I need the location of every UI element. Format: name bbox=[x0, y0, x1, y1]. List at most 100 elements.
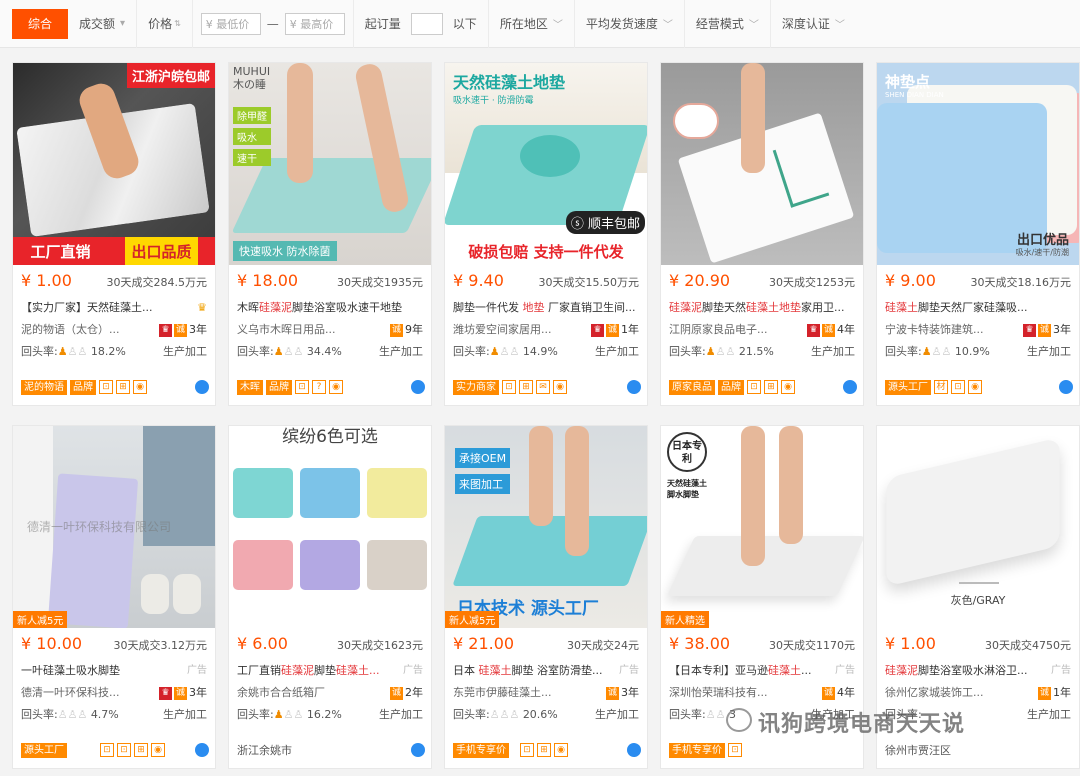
service-icon: ⊡ bbox=[747, 380, 761, 394]
sort-price-button[interactable]: 价格 ⇅ bbox=[137, 0, 193, 48]
banner-text: 工厂直销 bbox=[30, 242, 91, 261]
price-dash: — bbox=[266, 16, 279, 31]
business-mode: 生产加工 bbox=[595, 708, 639, 721]
service-icon: ⊞ bbox=[537, 743, 551, 757]
sort-default-button[interactable]: 综合 bbox=[12, 8, 69, 39]
mode-dropdown[interactable]: 经营模式 ﹀ bbox=[685, 0, 771, 48]
slipper-shape bbox=[673, 103, 719, 139]
service-icon: ⊡ bbox=[502, 380, 516, 394]
product-card[interactable]: 神垫点 SHEN DIAN DIAN 出口优品 吸水/速干/防潮 ¥ 9.00 3… bbox=[876, 62, 1080, 406]
leg-shape bbox=[741, 63, 765, 173]
product-title[interactable]: 脚垫一件代发 地垫 厂家直销卫生间... bbox=[453, 297, 639, 319]
product-card[interactable]: 承接OEM 来图加工 日本技术 源头工厂 新人减5元 ¥ 21.00 30天成交2… bbox=[444, 425, 648, 769]
delivery-dropdown[interactable]: 平均发货速度 ﹀ bbox=[575, 0, 685, 48]
sales-volume: 30天成交284.5万元 bbox=[106, 276, 208, 289]
mode-label: 经营模式 bbox=[695, 17, 744, 31]
product-card[interactable]: 缤纷6色可选 ¥ 6.00 30天成交1623元 工厂直销硅藻泥脚垫硅藻土... 广… bbox=[228, 425, 432, 769]
product-image[interactable]: MUHUI 木の睡 除甲醛 吸水 速干 快速吸水 防水除菌 bbox=[229, 63, 431, 265]
sort-sales-button[interactable]: 成交额 ▾ bbox=[68, 0, 138, 48]
product-image[interactable]: 灰色/GRAY bbox=[877, 426, 1079, 628]
chat-icon[interactable] bbox=[627, 743, 641, 757]
seller-name[interactable]: 潍坊爱空间家居用... bbox=[453, 319, 552, 341]
repeat-label: 回头率: bbox=[453, 708, 490, 721]
person-icon: ♟ bbox=[273, 345, 284, 358]
product-title[interactable]: 【日本专利】亚马逊硅藻土... 广告 bbox=[669, 660, 855, 682]
merchant-tag: 实力商家 bbox=[453, 379, 499, 395]
image-caption: 灰色/GRAY bbox=[950, 594, 1006, 607]
feature-label: 来图加工 bbox=[455, 474, 511, 494]
color-swatch bbox=[233, 540, 293, 590]
title-text: 【日本专利】亚马逊 bbox=[669, 664, 768, 677]
image-banner: 快速吸水 防水除菌 bbox=[233, 241, 337, 261]
seller-name[interactable]: 余姚市合合纸箱厂 bbox=[237, 682, 325, 704]
seller-name[interactable]: 东莞市伊藤硅藻土... bbox=[453, 682, 552, 704]
chat-icon[interactable] bbox=[411, 743, 425, 757]
leg-shape bbox=[741, 426, 765, 566]
product-card[interactable]: 江浙沪皖包邮 工厂直销 出口品质 ¥ 1.00 30天成交284.5万元 【实力厂… bbox=[12, 62, 216, 406]
product-image[interactable]: 江浙沪皖包邮 工厂直销 出口品质 bbox=[13, 63, 215, 265]
seller-name[interactable]: 泥的物语（太仓）... bbox=[21, 319, 120, 341]
location-dropdown[interactable]: 所在地区 ﹀ bbox=[489, 0, 575, 48]
business-mode: 生产加工 bbox=[379, 708, 423, 721]
seller-name[interactable]: 义乌市木晖日用品... bbox=[237, 319, 336, 341]
divider bbox=[959, 582, 999, 584]
product-title[interactable]: 木晖硅藻泥脚垫浴室吸水速干地垫 bbox=[237, 297, 423, 319]
price: ¥ 10.00 bbox=[21, 634, 83, 653]
sales-volume: 30天成交1935元 bbox=[337, 276, 423, 289]
repeat-label: 回头率: bbox=[669, 345, 706, 358]
seller-name[interactable]: 德清一叶环保科技... bbox=[21, 682, 120, 704]
product-title[interactable]: 硅藻泥脚垫天然硅藻土地垫家用卫... bbox=[669, 297, 855, 319]
chat-icon[interactable] bbox=[627, 380, 641, 394]
cert-dropdown[interactable]: 深度认证 ﹀ bbox=[771, 0, 856, 48]
person-outline-icon: ♙♙ bbox=[705, 708, 726, 721]
seller-name[interactable]: 深圳怡荣瑞科技有... bbox=[669, 682, 768, 704]
seller-name[interactable]: 徐州亿家城装饰工... bbox=[885, 682, 984, 704]
product-title[interactable]: 【实力厂家】天然硅藻土... ♛ bbox=[21, 297, 207, 319]
chat-icon[interactable] bbox=[195, 743, 209, 757]
leg-shape bbox=[565, 426, 589, 556]
repeat-label: 回头率: bbox=[21, 345, 58, 358]
business-mode: 生产加工 bbox=[379, 345, 423, 358]
person-outline-icon: ♙♙ bbox=[283, 345, 304, 358]
member-years: 1年 bbox=[621, 323, 639, 336]
location-label: 所在地区 bbox=[499, 17, 548, 31]
product-title[interactable]: 硅藻泥脚垫浴室吸水淋浴卫... 广告 bbox=[885, 660, 1071, 682]
product-image[interactable]: 日本专利 天然硅藻土 脚水脚垫 新人精选 bbox=[661, 426, 863, 628]
sales-volume: 30天成交4750元 bbox=[985, 639, 1071, 652]
seller-name[interactable]: 江阴原家良品电子... bbox=[669, 319, 768, 341]
product-image[interactable]: 缤纷6色可选 bbox=[229, 426, 431, 628]
member-years: 3年 bbox=[621, 686, 639, 699]
chat-icon[interactable] bbox=[195, 380, 209, 394]
seller-name[interactable]: 宁波卡特装饰建筑... bbox=[885, 319, 984, 341]
sales-volume: 30天成交1170元 bbox=[769, 639, 855, 652]
price-range: ¥ 最低价 — ¥ 最高价 bbox=[193, 0, 354, 48]
product-image[interactable]: 德清一叶环保科技有限公司 新人减5元 bbox=[13, 426, 215, 628]
sales-volume: 30天成交1253元 bbox=[769, 276, 855, 289]
product-card[interactable]: 天然硅藻土地垫 吸水速干 · 防滑防霉 ⓢ 顺丰包邮 破损包赔 支持一件代发 ¥… bbox=[444, 62, 648, 406]
price-max-input[interactable]: ¥ 最高价 bbox=[284, 12, 345, 35]
product-title[interactable]: 工厂直销硅藻泥脚垫硅藻土... 广告 bbox=[237, 660, 423, 682]
chat-icon[interactable] bbox=[843, 380, 857, 394]
product-image[interactable]: 神垫点 SHEN DIAN DIAN 出口优品 吸水/速干/防潮 bbox=[877, 63, 1079, 265]
chat-icon[interactable] bbox=[1059, 380, 1073, 394]
product-title[interactable]: 硅藻土脚垫天然厂家硅藻吸... bbox=[885, 297, 1071, 319]
title-highlight: 硅藻土 bbox=[768, 664, 801, 677]
title-highlight: 硅藻泥 bbox=[259, 301, 292, 314]
product-title[interactable]: 日本 硅藻土脚垫 浴室防滑垫... 广告 bbox=[453, 660, 639, 682]
product-card[interactable]: 德清一叶环保科技有限公司 新人减5元 ¥ 10.00 30天成交3.12万元 一叶… bbox=[12, 425, 216, 769]
person-icon: ♟ bbox=[57, 345, 68, 358]
price-min-input[interactable]: ¥ 最低价 bbox=[200, 12, 261, 35]
business-mode: 生产加工 bbox=[811, 345, 855, 358]
chat-icon[interactable] bbox=[411, 380, 425, 394]
product-image[interactable] bbox=[661, 63, 863, 265]
product-image[interactable]: 天然硅藻土地垫 吸水速干 · 防滑防霉 ⓢ 顺丰包邮 破损包赔 支持一件代发 bbox=[445, 63, 647, 265]
service-icon: ◉ bbox=[133, 380, 147, 394]
feature-label: 除甲醛 bbox=[233, 107, 271, 124]
product-title[interactable]: 一叶硅藻土吸水脚垫 广告 bbox=[21, 660, 207, 682]
product-image[interactable]: 承接OEM 来图加工 日本技术 源头工厂 新人减5元 bbox=[445, 426, 647, 628]
min-order-input[interactable] bbox=[410, 12, 443, 35]
product-card[interactable]: MUHUI 木の睡 除甲醛 吸水 速干 快速吸水 防水除菌 ¥ 18.00 30天… bbox=[228, 62, 432, 406]
product-card[interactable]: ¥ 20.90 30天成交1253元 硅藻泥脚垫天然硅藻土地垫家用卫... 江阴原… bbox=[660, 62, 864, 406]
repeat-rate: 18.2% bbox=[90, 345, 126, 358]
feature-labels: 除甲醛 吸水 速干 bbox=[233, 107, 271, 166]
